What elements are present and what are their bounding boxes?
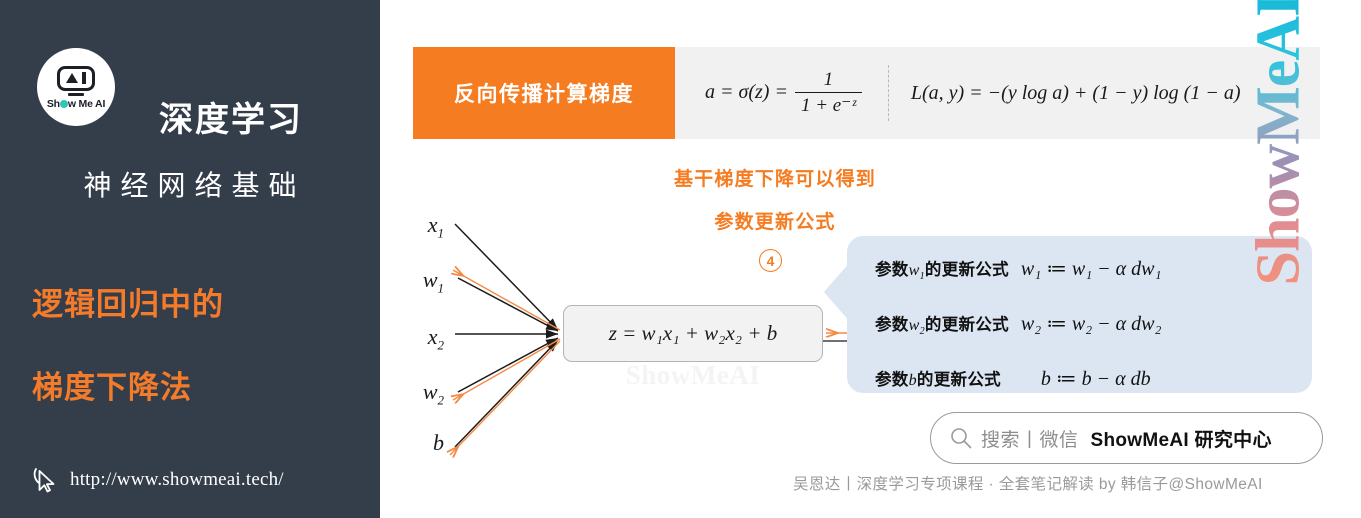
callout-row-w1-var-name: w [908, 262, 920, 279]
callout-row-w2-label: 参数w2的更新公式 [875, 311, 1009, 337]
search-brand-text: ShowMeAI 研究中心 [1090, 429, 1272, 451]
callout-row-w1-equation: w₁ ≔ w₁ − α dw₁ [1020, 258, 1162, 280]
website-url-row[interactable]: http://www.showmeai.tech/ [32, 466, 284, 494]
sigmoid-denominator: 1 + e⁻ᶻ [800, 95, 856, 117]
topic-subtitle-line2: 梯度下降法 [32, 370, 192, 405]
sigmoid-formula: a = σ(z) = 1 1 + e⁻ᶻ [705, 69, 862, 117]
cursor-pointer-icon [33, 468, 55, 493]
banner-label: 反向传播计算梯度 [413, 47, 675, 139]
callout-row-w2-var-name: w [908, 317, 920, 334]
center-watermark: ShowMeAI [625, 360, 761, 390]
callout-row-w1-label-pre: 参数 [875, 261, 909, 279]
formula-strip: a = σ(z) = 1 1 + e⁻ᶻ L(a, y) = −(y log a… [675, 47, 1320, 139]
z-node-box: z = w₁x₁ + w₂x₂ + b [563, 305, 823, 362]
input-label-x2-var: x [427, 324, 438, 349]
input-label-b-var: b [433, 430, 444, 455]
callout-row-b-label-pre: 参数 [875, 371, 909, 389]
input-label-w1-var: w [422, 267, 438, 292]
topic-subtitle-line1: 逻辑回归中的 [32, 287, 224, 322]
input-label-w1: w1 [398, 267, 444, 296]
letter-i-shape [82, 72, 86, 85]
slide-root: Sh w Me AI 深度学习 神经网络基础 逻辑回归中的 梯度下降法 http:… [0, 0, 1361, 518]
callout-row-w2-equation: w₂ ≔ w₂ − α dw₂ [1020, 313, 1162, 335]
mid-note-line1: 基干梯度下降可以得到 [673, 169, 876, 190]
callout-row-b-var-name: b [908, 372, 917, 389]
footer-credit: 吴恩达丨深度学习专项课程 · 全套笔记解读 by 韩信子@ShowMeAI [793, 476, 1263, 493]
z-node-formula: z = w₁x₁ + w₂x₂ + b [608, 321, 778, 345]
input-label-x1-var: x [427, 212, 438, 237]
website-url-text: http://www.showmeai.tech/ [70, 469, 284, 490]
callout-row-b-var: b [909, 372, 917, 389]
input-label-x1-sub: 1 [437, 225, 445, 241]
wechat-search-bar[interactable]: 搜索丨微信 ShowMeAI 研究中心 [930, 412, 1323, 464]
step-number-badge: 4 [759, 249, 782, 272]
forward-arrows [454, 223, 559, 448]
loss-formula: L(a, y) = −(y log a) + (1 − y) log (1 − … [910, 81, 1241, 104]
input-label-b: b [398, 430, 444, 456]
callout-row-w2-label-post: 的更新公式 [924, 316, 1009, 334]
course-title-line2: 神经网络基础 [83, 170, 306, 201]
search-icon [951, 428, 972, 449]
sigmoid-lhs: a = σ(z) = [705, 81, 788, 104]
input-label-w2-sub: 2 [437, 392, 445, 408]
monitor-icon [57, 65, 95, 91]
callout-row-b: 参数b的更新公式 b ≔ b − α db [875, 366, 1151, 391]
input-label-x2-sub: 2 [437, 337, 445, 353]
course-title-line1: 深度学习 [159, 101, 303, 139]
input-label-w2-var: w [422, 379, 438, 404]
mid-note-line2: 参数更新公式 [714, 212, 836, 233]
callout-row-b-equation: b ≔ b − α db [1040, 368, 1151, 390]
callout-row-b-label-post: 的更新公式 [916, 371, 1001, 389]
search-placeholder-text: 搜索丨微信 [981, 429, 1079, 451]
input-label-w2: w2 [398, 379, 444, 408]
sidebar: Sh w Me AI 深度学习 神经网络基础 逻辑回归中的 梯度下降法 http:… [0, 0, 380, 518]
callout-row-w1: 参数w1的更新公式 w₁ ≔ w₁ − α dw₁ [875, 256, 1161, 282]
callout-row-w1-label: 参数w1的更新公式 [875, 256, 1009, 282]
update-rules-callout: 参数w1的更新公式 w₁ ≔ w₁ − α dw₁ 参数w2的更新公式 w₂ ≔… [847, 236, 1312, 393]
input-label-x1: x1 [398, 212, 444, 241]
letter-a-shape [66, 73, 79, 84]
callout-row-b-label: 参数b的更新公式 [875, 366, 1001, 390]
callout-row-w2: 参数w2的更新公式 w₂ ≔ w₂ − α dw₂ [875, 311, 1161, 337]
callout-row-w2-var: w2 [908, 317, 925, 337]
sigmoid-fraction: 1 1 + e⁻ᶻ [794, 68, 862, 117]
formula-divider [887, 65, 889, 121]
sigmoid-numerator: 1 [823, 68, 834, 90]
top-banner-row: 反向传播计算梯度 a = σ(z) = 1 1 + e⁻ᶻ L(a, y) = … [413, 47, 1320, 139]
callout-row-w2-label-pre: 参数 [875, 316, 909, 334]
input-label-x2: x2 [398, 324, 444, 353]
input-label-w1-sub: 1 [437, 280, 445, 296]
callout-row-w1-var: w1 [908, 262, 925, 282]
callout-row-w1-label-post: 的更新公式 [924, 261, 1009, 279]
